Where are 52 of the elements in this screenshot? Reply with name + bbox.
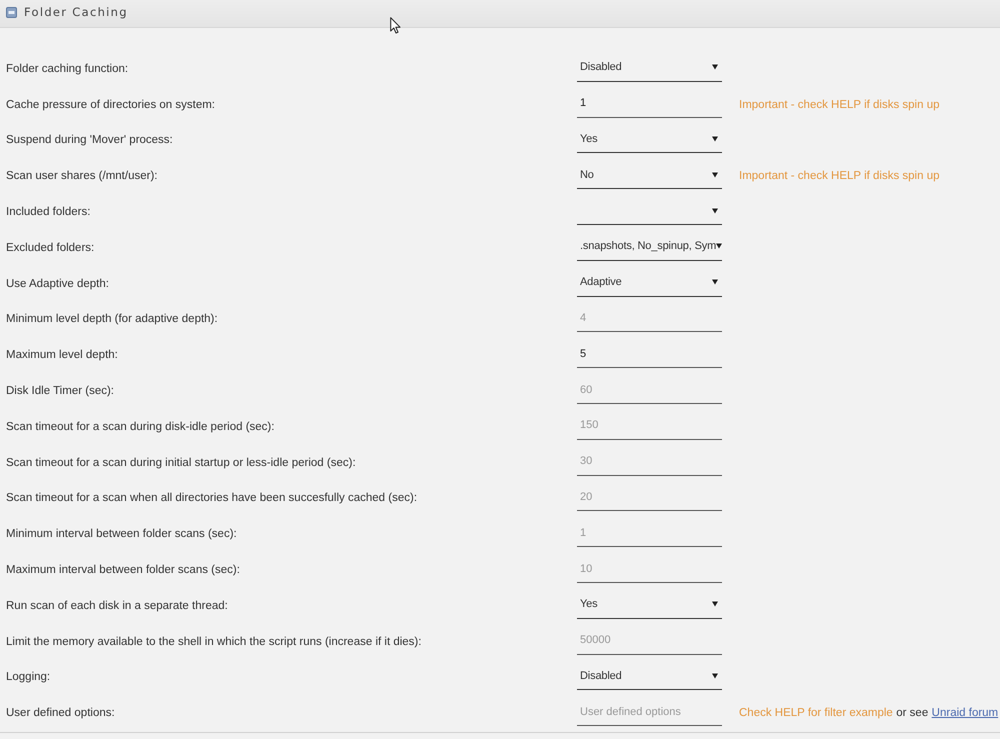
- setting-label: Excluded folders:: [6, 242, 94, 254]
- text-field[interactable]: 150: [577, 414, 722, 440]
- caret-icon: [712, 136, 718, 142]
- setting-label: User defined options:: [6, 707, 115, 720]
- help-note: Check HELP for filter example or see Unraid forum: [739, 707, 998, 720]
- caret-icon: [712, 672, 718, 679]
- setting-label: Minimum interval between folder scans (sec):: [6, 528, 237, 540]
- setting-label: Run scan of each disk in a separate thread:: [6, 600, 228, 612]
- text-field[interactable]: 5: [577, 343, 722, 368]
- text-field[interactable]: 60: [577, 379, 722, 404]
- setting-label: Maximum level depth:: [6, 349, 118, 362]
- text-field[interactable]: 1: [577, 522, 722, 548]
- dropdown[interactable]: .snapshots, No_spinup, Sym: [577, 236, 722, 261]
- text-field[interactable]: 1: [577, 92, 722, 118]
- caret-icon: [712, 172, 718, 178]
- window-icon: [6, 6, 17, 18]
- text-field[interactable]: 10: [577, 558, 722, 584]
- forum-link[interactable]: Unraid forum: [932, 707, 998, 720]
- help-note: Important - check HELP if disks spin up: [739, 98, 940, 111]
- mouse-pointer-icon: [390, 17, 401, 34]
- caret-icon: [712, 208, 718, 214]
- caret-icon: [712, 601, 718, 608]
- setting-label: Included folders:: [6, 206, 90, 218]
- section-title: Folder Caching: [24, 5, 128, 19]
- setting-label: Limit the memory available to the shell in which the script runs (increase if it dies):: [6, 636, 422, 648]
- setting-label: Suspend during 'Mover' process:: [6, 134, 173, 146]
- text-field[interactable]: 30: [577, 450, 722, 476]
- text-field[interactable]: 50000: [577, 630, 722, 655]
- setting-label: Logging:: [6, 671, 50, 684]
- text-field[interactable]: 20: [577, 486, 722, 512]
- caret-icon: [716, 243, 722, 250]
- setting-label: Disk Idle Timer (sec):: [6, 385, 114, 398]
- caret-icon: [712, 64, 718, 70]
- dropdown[interactable]: Adaptive: [577, 272, 722, 297]
- help-note: Important - check HELP if disks spin up: [739, 170, 940, 182]
- dropdown[interactable]: Disabled: [577, 56, 722, 82]
- text-field[interactable]: User defined options: [577, 701, 722, 726]
- dropdown[interactable]: Disabled: [577, 665, 722, 690]
- dropdown[interactable]: Yes: [577, 128, 722, 154]
- caret-icon: [712, 279, 718, 286]
- setting-label: Use Adaptive depth:: [6, 278, 109, 290]
- setting-label: Scan timeout for a scan during initial startup or less-idle period (sec):: [6, 456, 356, 469]
- setting-label: Scan timeout for a scan when all directories have been succesfully cached (sec):: [6, 492, 418, 504]
- setting-label: Cache pressure of directories on system:: [6, 98, 216, 111]
- dropdown[interactable]: No: [577, 164, 722, 190]
- setting-label: Folder caching function:: [6, 62, 128, 75]
- setting-label: Maximum interval between folder scans (sec):: [6, 564, 240, 576]
- setting-label: Minimum level depth (for adaptive depth):: [6, 313, 218, 326]
- setting-label: Scan timeout for a scan during disk-idle period (sec):: [6, 420, 274, 433]
- setting-label: Scan user shares (/mnt/user):: [6, 170, 158, 182]
- dropdown[interactable]: Yes: [577, 594, 722, 619]
- text-field[interactable]: 4: [577, 307, 722, 332]
